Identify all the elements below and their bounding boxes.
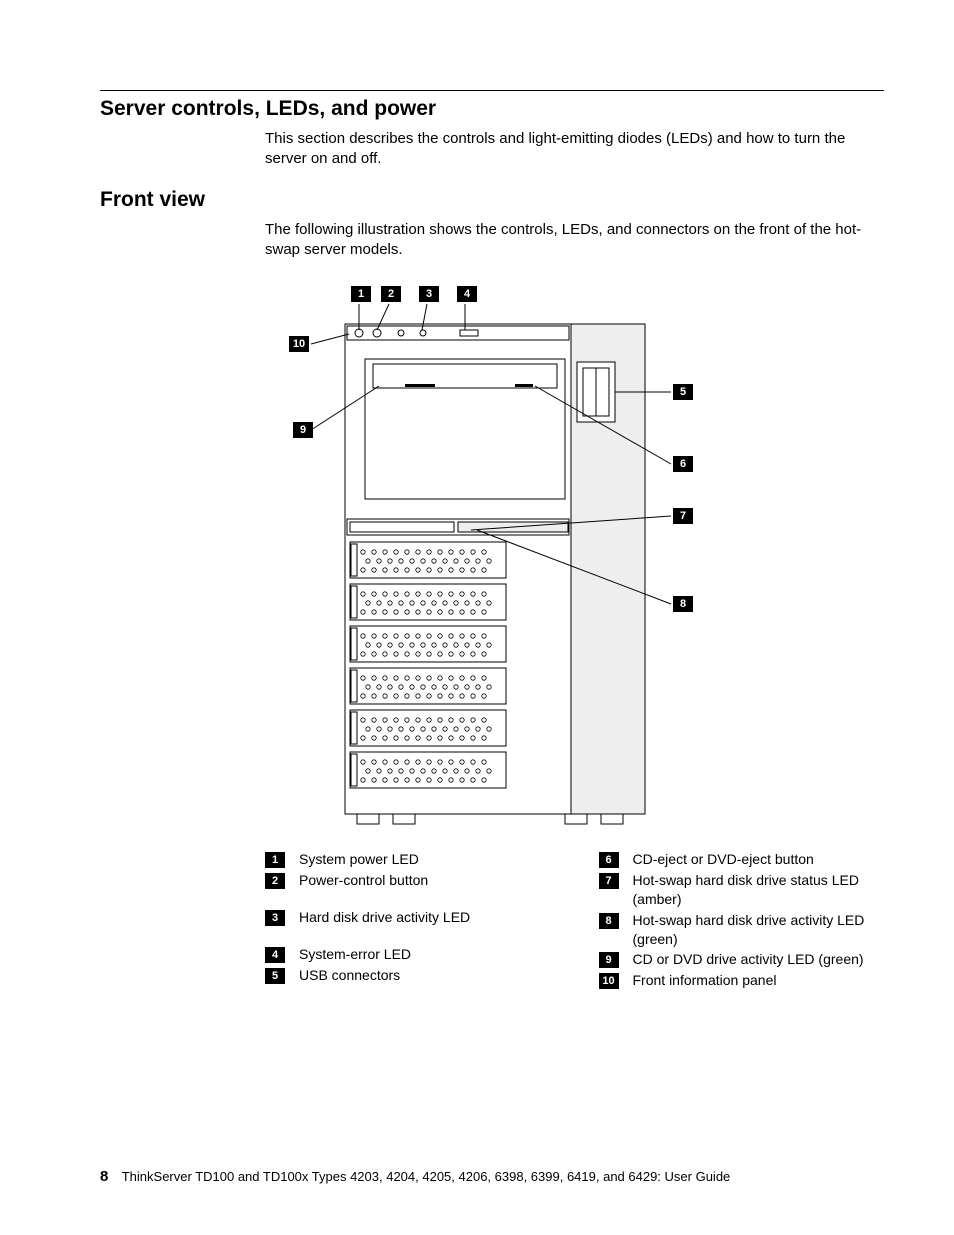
legend-text-7: Hot-swap hard disk drive status LED (amb… [633,871,885,909]
legend-num-9: 9 [599,952,619,968]
legend-num-1: 1 [265,852,285,868]
legend-text-2: Power-control button [299,871,551,890]
legend: 1System power LED 2Power-control button … [265,850,884,992]
legend-num-4: 4 [265,947,285,963]
heading-2: Front view [100,188,884,212]
page-footer: 8 ThinkServer TD100 and TD100x Types 420… [100,1168,730,1185]
legend-text-3: Hard disk drive activity LED [299,908,551,927]
legend-num-5: 5 [265,968,285,984]
legend-text-9: CD or DVD drive activity LED (green) [633,950,885,969]
paragraph-1: This section describes the controls and … [265,129,874,170]
legend-text-6: CD-eject or DVD-eject button [633,850,885,869]
legend-num-10: 10 [599,973,619,989]
legend-num-6: 6 [599,852,619,868]
legend-num-3: 3 [265,910,285,926]
front-view-figure: // draw drive trays pattern (function(){… [265,284,865,844]
legend-text-10: Front information panel [633,971,885,990]
legend-text-1: System power LED [299,850,551,869]
footer-text: ThinkServer TD100 and TD100x Types 4203,… [122,1169,731,1184]
heading-1: Server controls, LEDs, and power [100,97,884,121]
legend-num-8: 8 [599,913,619,929]
legend-num-7: 7 [599,873,619,889]
legend-num-2: 2 [265,873,285,889]
legend-text-5: USB connectors [299,966,551,985]
paragraph-2: The following illustration shows the con… [265,220,874,261]
legend-text-4: System-error LED [299,945,551,964]
legend-text-8: Hot-swap hard disk drive activity LED (g… [633,911,885,949]
page-number: 8 [100,1168,108,1185]
